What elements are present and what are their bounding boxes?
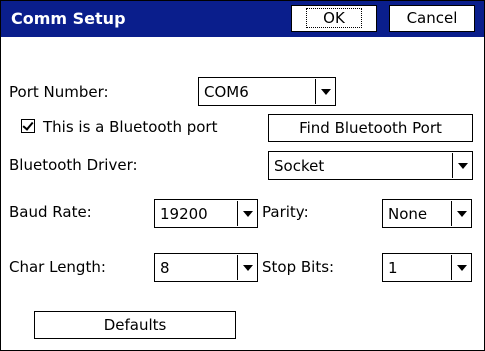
chevron-down-icon[interactable] [452,153,471,178]
port-number-value: COM6 [204,83,249,101]
stop-bits-label: Stop Bits: [262,258,335,276]
title-bar: Comm Setup OK Cancel [1,1,484,37]
cancel-label: Cancel [406,9,458,27]
stop-bits-select[interactable]: 1 [382,253,472,282]
char-length-label: Char Length: [9,258,106,276]
port-number-select[interactable]: COM6 [198,77,336,106]
find-bluetooth-port-button[interactable]: Find Bluetooth Port [268,114,473,142]
char-length-select[interactable]: 8 [154,253,258,282]
ok-label: OK [306,8,362,28]
baud-rate-select[interactable]: 19200 [154,199,258,228]
comm-setup-window: Comm Setup OK Cancel Port Number: COM6 T… [0,0,485,351]
parity-value: None [388,205,428,223]
port-number-label: Port Number: [9,83,109,101]
bluetooth-driver-value: Socket [274,157,325,175]
chevron-down-icon[interactable] [451,255,470,280]
bluetooth-driver-select[interactable]: Socket [268,151,473,180]
stop-bits-value: 1 [388,259,398,277]
chevron-down-icon[interactable] [315,79,334,104]
find-bluetooth-port-label: Find Bluetooth Port [299,119,442,137]
chevron-down-icon[interactable] [451,201,470,226]
bluetooth-checkbox[interactable] [21,119,35,133]
defaults-button[interactable]: Defaults [34,311,236,339]
parity-label: Parity: [262,203,309,221]
char-length-value: 8 [160,259,170,277]
cancel-button[interactable]: Cancel [389,5,475,32]
parity-select[interactable]: None [382,199,472,228]
defaults-label: Defaults [103,316,167,334]
baud-rate-label: Baud Rate: [9,203,92,221]
baud-rate-value: 19200 [160,205,208,223]
bluetooth-driver-label: Bluetooth Driver: [9,156,138,174]
bluetooth-checkbox-label: This is a Bluetooth port [43,118,218,136]
ok-button[interactable]: OK [291,5,377,32]
chevron-down-icon[interactable] [237,255,256,280]
chevron-down-icon[interactable] [237,201,256,226]
window-title: Comm Setup [11,9,126,28]
